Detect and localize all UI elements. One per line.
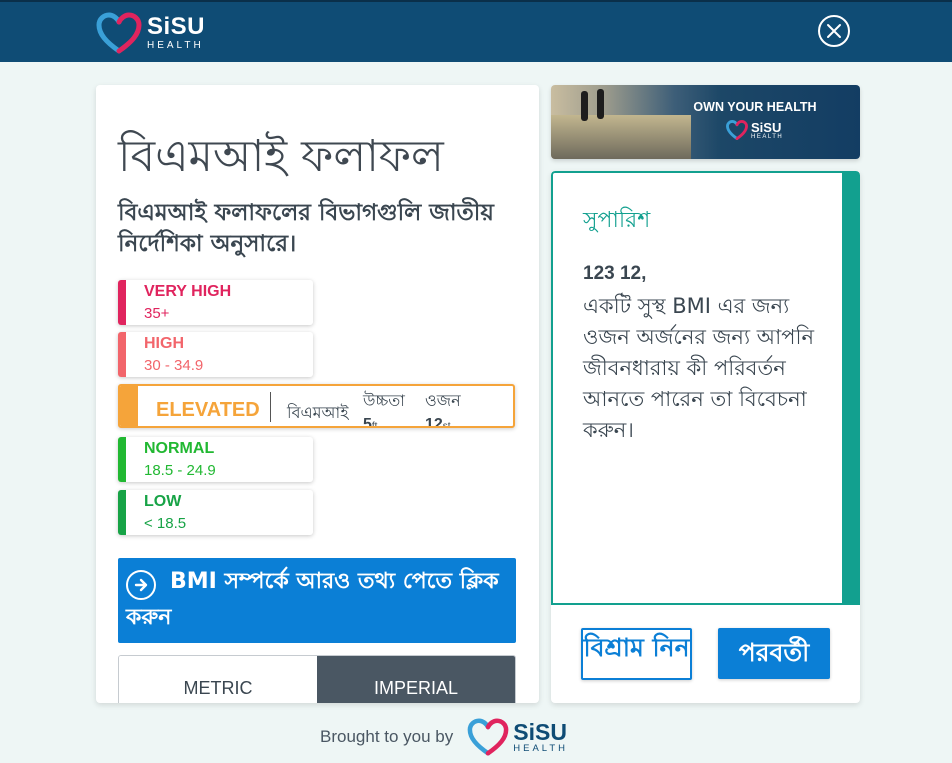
category-normal: NORMAL 18.5 - 24.9	[118, 437, 313, 482]
category-bar	[120, 386, 138, 426]
top-bar: SiSU HEALTH	[0, 0, 952, 62]
banner-logo-sub: HEALTH	[751, 133, 784, 140]
weight-value: 12st	[425, 416, 451, 428]
recommendation-panel: সুপারিশ 123 12, একটি সুস্থ BMI এর জন্য ও…	[551, 171, 860, 605]
category-name: VERY HIGH	[144, 283, 232, 300]
height-column: উচ্চতা 5ft	[363, 388, 405, 428]
sisu-health-logo[interactable]: SiSU HEALTH	[96, 12, 205, 54]
category-range: < 18.5	[144, 515, 187, 532]
banner-title: OWN YOUR HEALTH	[693, 100, 817, 114]
footer-logo[interactable]: SiSU HEALTH	[513, 718, 569, 754]
imperial-option[interactable]: IMPERIAL	[317, 656, 515, 703]
recommendation-title: সুপারিশ	[583, 208, 651, 233]
category-elevated-selected: ELEVATED বিএমআই উচ্চতা 5ft ওজন 12st	[118, 384, 515, 428]
category-name: LOW	[144, 493, 182, 510]
category-bar	[118, 332, 126, 377]
results-subtitle: বিএমআই ফলাফলের বিভাগগুলি জাতীয় নির্দেশি…	[118, 200, 494, 257]
footer-logo-name: SiSU	[513, 718, 567, 745]
category-name: HIGH	[144, 335, 184, 352]
height-value: 5ft	[363, 416, 378, 428]
unit-toggle: METRIC IMPERIAL	[118, 655, 516, 703]
close-button[interactable]	[818, 15, 850, 47]
category-bar	[118, 437, 126, 482]
runner-silhouette	[597, 89, 604, 119]
banner-logo-name: SiSU	[751, 119, 782, 135]
close-icon	[827, 24, 841, 38]
heart-logo-icon	[726, 120, 748, 140]
arrow-circle-icon	[126, 570, 156, 600]
metric-option[interactable]: METRIC	[119, 656, 317, 703]
bmi-label: বিএমআই	[287, 403, 349, 422]
recommendation-text: একটি সুস্থ BMI এর জন্য ওজন অর্জনের জন্য …	[583, 294, 815, 442]
category-range: 35+	[144, 305, 170, 322]
footer: Brought to you by SiSU HEALTH	[320, 717, 568, 757]
category-bar	[118, 280, 126, 325]
recommendation-accent-bar	[842, 173, 858, 603]
recommendation-card: সুপারিশ 123 12, একটি সুস্থ BMI এর জন্য ও…	[551, 171, 860, 703]
category-very-high: VERY HIGH 35+	[118, 280, 313, 325]
category-name: ELEVATED	[156, 399, 260, 421]
page-title: বিএমআই ফলাফল	[118, 131, 444, 182]
height-label: উচ্চতা	[363, 391, 405, 410]
banner-photo	[551, 115, 691, 159]
weight-label: ওজন	[425, 391, 461, 410]
user-name: 123 12,	[583, 263, 647, 284]
heart-logo-icon	[467, 718, 509, 756]
category-range: 30 - 34.9	[144, 357, 204, 374]
category-bar	[118, 490, 126, 535]
weight-column: ওজন 12st	[425, 388, 461, 428]
category-range: 18.5 - 24.9	[144, 462, 216, 479]
own-your-health-banner[interactable]: OWN YOUR HEALTH SiSU HEALTH	[551, 85, 860, 159]
logo-name: SiSU	[147, 13, 206, 40]
next-button[interactable]: পরবর্তী	[718, 628, 830, 679]
logo-sub: HEALTH	[147, 40, 204, 51]
category-name: NORMAL	[144, 440, 215, 457]
bmi-info-label: BMI সম্পর্কে আরও তথ্য পেতে ক্লিক করুন	[126, 569, 499, 630]
bmi-results-card: বিএমআই ফলাফল বিএমআই ফলাফলের বিভাগগুলি জা…	[96, 85, 539, 703]
banner-logo: SiSU HEALTH	[726, 120, 783, 140]
runner-silhouette	[581, 91, 588, 121]
take-rest-button[interactable]: বিশ্রাম নিন	[581, 628, 692, 680]
category-high: HIGH 30 - 34.9	[118, 332, 313, 377]
bmi-info-button[interactable]: BMI সম্পর্কে আরও তথ্য পেতে ক্লিক করুন	[118, 558, 516, 643]
category-low: LOW < 18.5	[118, 490, 313, 535]
footer-logo-sub: HEALTH	[513, 742, 569, 754]
divider	[270, 392, 271, 422]
footer-text: Brought to you by	[320, 727, 454, 746]
heart-logo-icon	[96, 12, 142, 54]
